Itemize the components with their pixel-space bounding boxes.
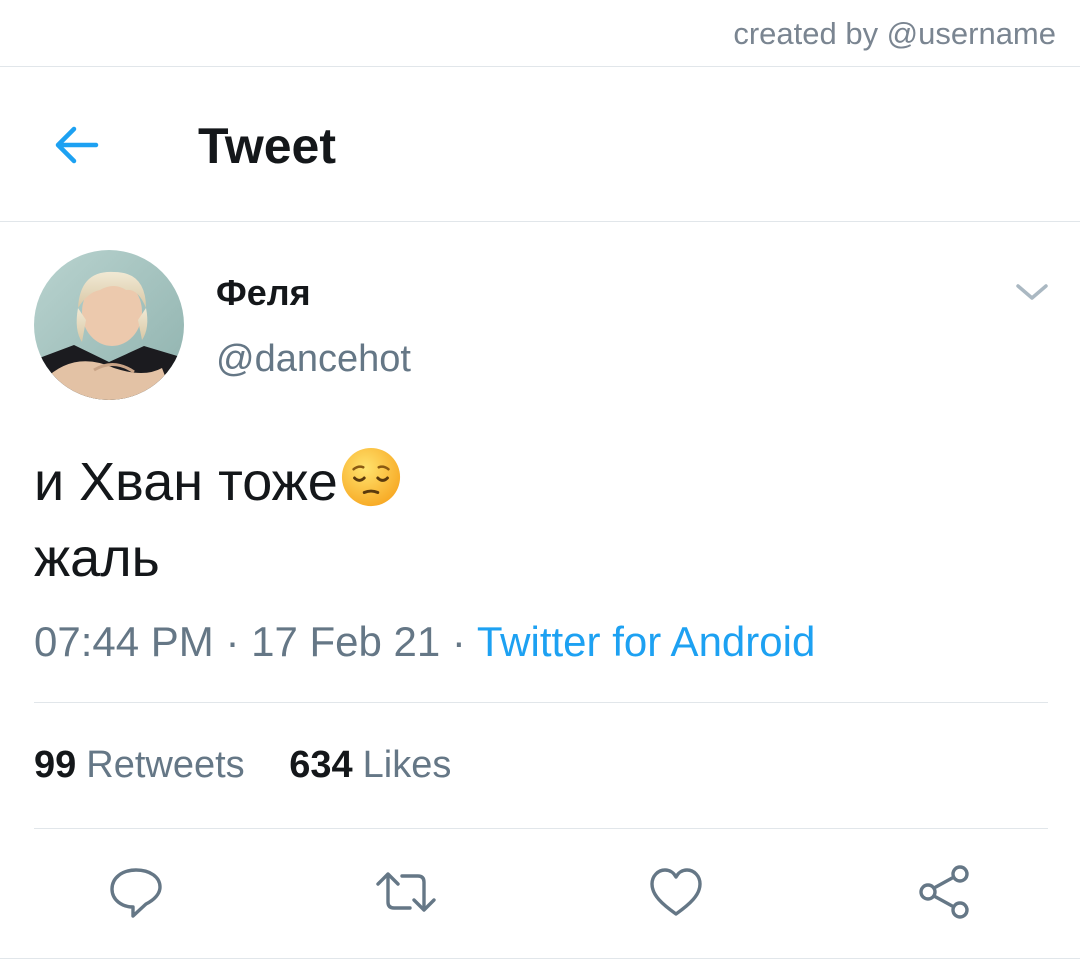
- tweet-time: 07:44 PM: [34, 618, 214, 665]
- reply-icon: [110, 868, 162, 918]
- meta-separator-2: ·: [440, 618, 477, 665]
- divider: [34, 702, 1048, 703]
- credit-bar: created by @username: [0, 0, 1080, 67]
- reply-button[interactable]: [106, 862, 166, 922]
- like-button[interactable]: [646, 862, 706, 922]
- tweet-text-line-1: и Хван тоже: [34, 444, 402, 520]
- pensive-face-emoji-icon: [341, 447, 400, 507]
- chevron-down-icon: [1016, 284, 1048, 300]
- meta-separator-1: ·: [213, 618, 252, 665]
- author-display-name[interactable]: Феля: [216, 272, 311, 314]
- tweet-page: created by @username Tweet Феля @danceho…: [0, 0, 1080, 976]
- share-button[interactable]: [914, 862, 974, 922]
- retweet-icon: [376, 872, 436, 912]
- retweet-button[interactable]: [374, 862, 436, 922]
- header-bar: Tweet: [0, 67, 1080, 222]
- tweet-meta: 07:44 PM · 17 Feb 21 · Twitter for Andro…: [34, 618, 815, 666]
- arrow-left-icon: [55, 126, 99, 164]
- page-title: Tweet: [198, 118, 336, 174]
- like-icon: [650, 868, 702, 916]
- tweet-text-line-1-content: и Хван тоже: [34, 452, 338, 512]
- avatar[interactable]: [34, 250, 184, 400]
- likes-label: Likes: [362, 744, 452, 786]
- more-options-button[interactable]: [1012, 278, 1052, 306]
- author-handle[interactable]: @dancehot: [216, 338, 411, 381]
- likes-count: 634: [289, 744, 353, 786]
- retweets-label: Retweets: [86, 744, 245, 786]
- bottom-divider: [0, 958, 1080, 959]
- likes-stat[interactable]: 634 Likes: [289, 744, 451, 787]
- tweet-stats: 99 Retweets 634 Likes: [34, 744, 485, 787]
- avatar-image: [34, 250, 184, 400]
- back-button[interactable]: [46, 117, 106, 173]
- share-icon: [919, 865, 969, 919]
- retweets-count: 99: [34, 744, 77, 786]
- retweets-stat[interactable]: 99 Retweets: [34, 744, 245, 787]
- divider: [34, 828, 1048, 829]
- tweet-text: и Хван тоже жаль: [34, 444, 402, 596]
- credit-text: created by @username: [733, 16, 1056, 51]
- tweet-text-line-2: жаль: [34, 528, 160, 588]
- tweet-date: 17 Feb 21: [251, 618, 441, 665]
- tweet-source-link[interactable]: Twitter for Android: [477, 618, 815, 665]
